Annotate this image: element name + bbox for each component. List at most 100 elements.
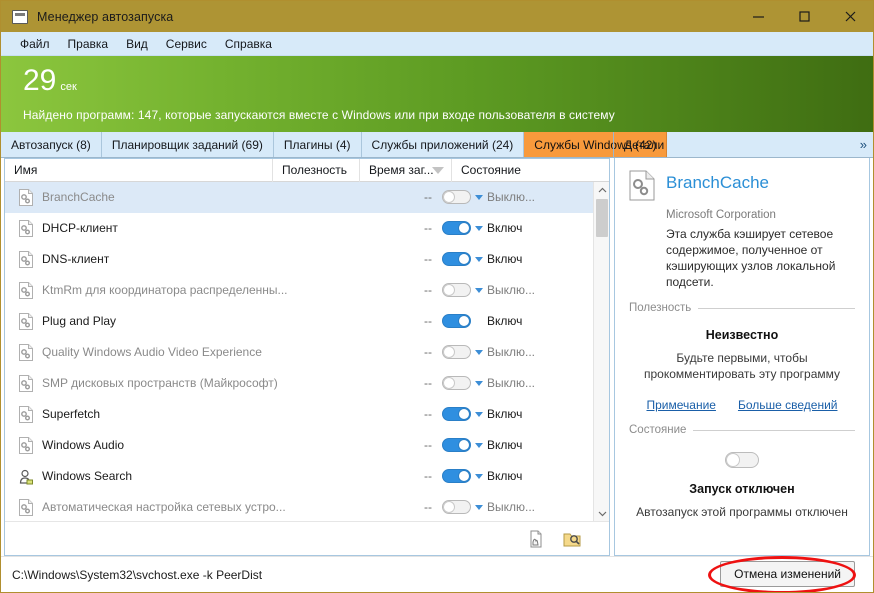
chevron-down-icon[interactable] <box>475 256 483 262</box>
table-row[interactable]: Windows Audio -- Включ <box>5 430 593 461</box>
state-hint: Автозапуск этой программы отключен <box>636 505 848 519</box>
more-info-link[interactable]: Больше сведений <box>738 398 838 412</box>
row-toggle[interactable] <box>442 345 471 359</box>
row-toggle[interactable] <box>442 469 471 483</box>
row-toggle[interactable] <box>442 283 471 297</box>
column-header-name[interactable]: Имя <box>5 158 273 182</box>
row-usefulness: -- <box>424 500 432 514</box>
toggle-knob <box>458 315 470 327</box>
tab-plugins[interactable]: Плагины (4) <box>274 132 362 157</box>
state-toggle[interactable] <box>725 452 759 468</box>
row-usefulness: -- <box>424 314 432 328</box>
column-header-boot-time[interactable]: Время заг... <box>360 158 452 182</box>
table-row[interactable]: Автоматическая настройка сетевых устро..… <box>5 492 593 521</box>
column-header-usefulness[interactable]: Полезность <box>273 158 360 182</box>
chevron-down-icon[interactable] <box>475 225 483 231</box>
scroll-down-icon[interactable] <box>594 505 609 521</box>
row-usefulness: -- <box>424 469 432 483</box>
chevron-down-icon[interactable] <box>475 411 483 417</box>
row-state-cell: Включ <box>438 314 593 328</box>
row-state-text: Выклю... <box>487 283 536 297</box>
table-row[interactable]: Quality Windows Audio Video Experience --… <box>5 337 593 368</box>
table-row[interactable]: DNS-клиент -- Включ <box>5 244 593 275</box>
close-icon[interactable] <box>827 1 873 32</box>
tab-app-services[interactable]: Службы приложений (24) <box>362 132 525 157</box>
row-service-name: KtmRm для координатора распределенны... <box>42 283 288 297</box>
service-file-icon <box>19 374 33 392</box>
chevron-down-icon[interactable] <box>475 380 483 386</box>
chevron-down-icon[interactable] <box>475 504 483 510</box>
table-row[interactable]: Superfetch -- Включ <box>5 399 593 430</box>
menu-item-help[interactable]: Справка <box>216 34 281 54</box>
chevron-down-icon[interactable] <box>475 287 483 293</box>
usefulness-section-header: Полезность <box>629 302 855 314</box>
menu-item-file[interactable]: Файл <box>11 34 59 54</box>
maximize-icon[interactable] <box>781 1 827 32</box>
service-file-icon <box>19 436 33 454</box>
row-state-cell: Включ <box>438 469 593 483</box>
details-vendor: Microsoft Corporation <box>666 209 776 221</box>
toggle-knob <box>458 253 470 265</box>
expand-details-icon[interactable]: » <box>860 137 867 152</box>
row-state-text: Включ <box>487 438 523 452</box>
row-service-name: DNS-клиент <box>42 252 110 266</box>
menu-item-view[interactable]: Вид <box>117 34 157 54</box>
row-toggle[interactable] <box>442 376 471 390</box>
cancel-changes-button[interactable]: Отмена изменений <box>720 561 855 587</box>
services-list: BranchCache -- Выклю... DHCP-клиент -- Включ D… <box>5 182 609 521</box>
chevron-down-icon[interactable] <box>475 473 483 479</box>
run-as-icon[interactable] <box>527 530 545 548</box>
row-toggle[interactable] <box>442 190 471 204</box>
list-column-headers: Имя Полезность Время заг... Состояние <box>5 158 609 182</box>
table-row[interactable]: BranchCache -- Выклю... <box>5 182 593 213</box>
table-row[interactable]: Plug and Play -- Включ <box>5 306 593 337</box>
tab-task-scheduler[interactable]: Планировщик заданий (69) <box>102 132 274 157</box>
scroll-up-icon[interactable] <box>594 182 609 198</box>
minimize-icon[interactable] <box>735 1 781 32</box>
table-row[interactable]: DHCP-клиент -- Включ <box>5 213 593 244</box>
table-row[interactable]: KtmRm для координатора распределенны... -… <box>5 275 593 306</box>
services-list-pane: Имя Полезность Время заг... Состояние Br… <box>4 158 610 556</box>
tab-autostart[interactable]: Автозапуск (8) <box>1 132 102 157</box>
row-toggle[interactable] <box>442 221 471 235</box>
content-area: Имя Полезность Время заг... Состояние Br… <box>1 158 873 592</box>
chevron-down-icon[interactable] <box>475 349 483 355</box>
table-row[interactable]: SMP дисковых пространств (Майкрософт) -- В… <box>5 368 593 399</box>
list-footer-toolbar <box>5 521 609 555</box>
row-service-name: Автоматическая настройка сетевых устро..… <box>42 500 286 514</box>
note-link[interactable]: Примечание <box>646 398 715 412</box>
row-usefulness: -- <box>424 252 432 266</box>
row-toggle[interactable] <box>442 500 471 514</box>
scrollbar-thumb[interactable] <box>596 199 608 237</box>
state-toggle-wrap <box>629 452 855 468</box>
column-header-state[interactable]: Состояние <box>452 159 592 182</box>
chevron-down-icon[interactable] <box>475 194 483 200</box>
list-scrollbar[interactable] <box>593 182 609 521</box>
summary-banner: 29 сек Найдено программ: 147, которые зап… <box>1 56 873 132</box>
state-section-header: Состояние <box>629 424 855 436</box>
toggle-knob <box>458 408 470 420</box>
service-file-icon <box>629 170 656 201</box>
menu-item-service[interactable]: Сервис <box>157 34 216 54</box>
state-block: Запуск отключен Автозапуск этой программ… <box>629 482 855 520</box>
row-toggle[interactable] <box>442 407 471 421</box>
row-usefulness: -- <box>424 221 432 235</box>
row-state-text: Включ <box>487 469 523 483</box>
row-toggle[interactable] <box>442 438 471 452</box>
chevron-down-icon[interactable] <box>475 442 483 448</box>
row-usefulness: -- <box>424 438 432 452</box>
section-divider <box>698 307 855 309</box>
toggle-knob <box>443 191 455 203</box>
locate-file-icon[interactable] <box>563 530 581 548</box>
details-panel-header: Детали » <box>613 132 873 157</box>
usefulness-block: Неизвестно Будьте первыми, чтобы прокомм… <box>629 328 855 412</box>
row-state-cell: Включ <box>438 438 593 452</box>
section-divider <box>693 429 855 431</box>
table-row[interactable]: Windows Search -- Включ <box>5 461 593 492</box>
services-rows: BranchCache -- Выклю... DHCP-клиент -- Включ D… <box>5 182 593 521</box>
menu-item-edit[interactable]: Правка <box>59 34 118 54</box>
row-toggle[interactable] <box>442 314 471 328</box>
service-file-icon <box>19 498 33 516</box>
row-toggle[interactable] <box>442 252 471 266</box>
row-state-text: Включ <box>487 252 523 266</box>
